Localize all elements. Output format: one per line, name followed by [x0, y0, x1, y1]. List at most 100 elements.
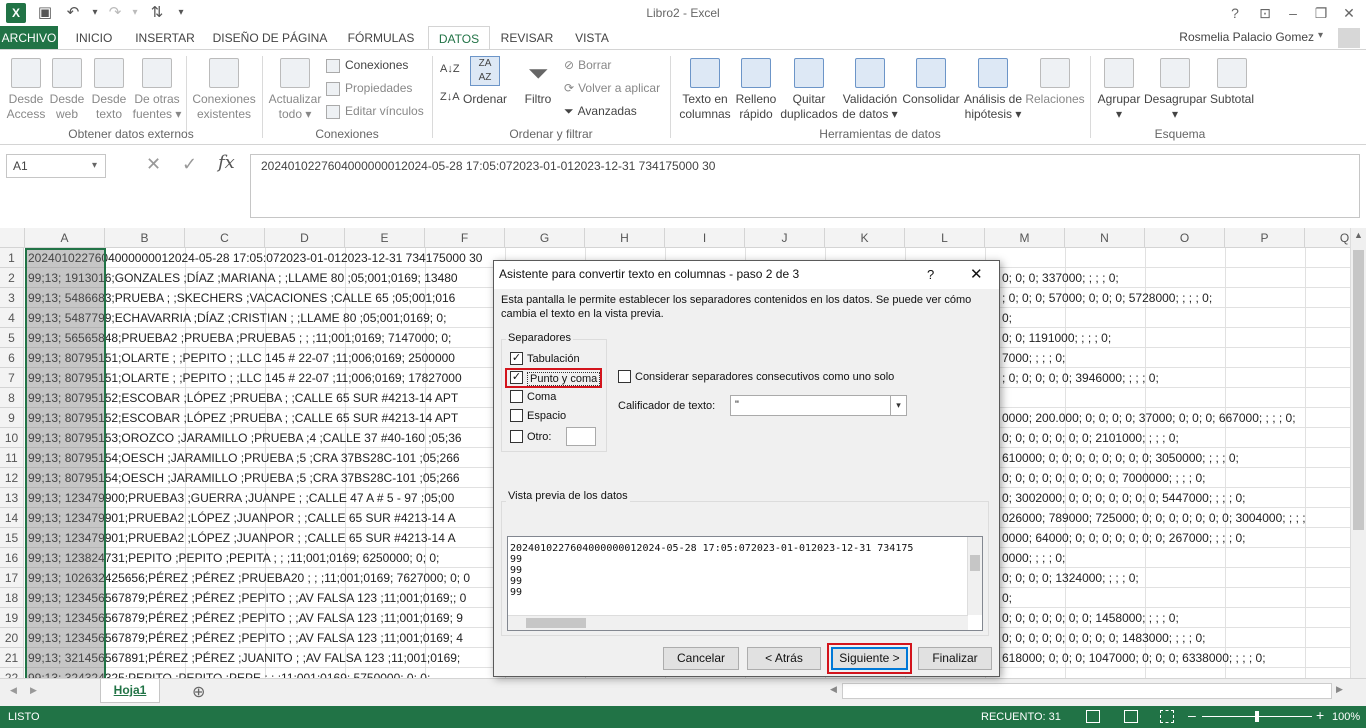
row-header[interactable]: 15 [0, 528, 24, 548]
minimize-icon[interactable]: – [1280, 3, 1306, 23]
subtotal-button[interactable]: Subtotal [1206, 58, 1258, 107]
column-header[interactable]: L [905, 228, 985, 248]
clear-filter-button[interactable]: ⊘ Borrar [564, 56, 611, 74]
remove-duplicates-button[interactable]: Quitar duplicados [778, 58, 840, 122]
consolidate-button[interactable]: Consolidar [900, 58, 962, 107]
cancel-icon[interactable]: ✕ [146, 154, 161, 175]
row-header[interactable]: 18 [0, 588, 24, 608]
row-header[interactable]: 7 [0, 368, 24, 388]
normal-view-icon[interactable] [1086, 710, 1100, 723]
row-header[interactable]: 3 [0, 288, 24, 308]
row-header[interactable]: 5 [0, 328, 24, 348]
what-if-button[interactable]: Análisis de hipótesis ▾ [962, 58, 1024, 122]
from-text-button[interactable]: Desde texto [88, 58, 130, 122]
avatar[interactable] [1338, 28, 1360, 48]
tab-formulas[interactable]: FÓRMULAS [340, 26, 422, 50]
row-header[interactable]: 1 [0, 248, 24, 268]
data-validation-button[interactable]: Validación de datos ▾ [840, 58, 900, 122]
group-button[interactable]: Agrupar ▾ [1094, 58, 1144, 122]
column-header[interactable]: I [665, 228, 745, 248]
add-sheet-icon[interactable]: ⊕ [192, 682, 205, 702]
row-header[interactable]: 12 [0, 468, 24, 488]
tab-datos[interactable]: DATOS [428, 26, 490, 51]
other-checkbox[interactable] [510, 430, 523, 443]
column-header[interactable]: C [185, 228, 265, 248]
next-button[interactable]: Siguiente > [831, 647, 908, 670]
tab-inicio[interactable]: INICIO [66, 26, 122, 50]
tab-archivo[interactable]: ARCHIVO [0, 26, 58, 50]
properties-button[interactable]: Propiedades [326, 79, 412, 97]
preview-hscroll-thumb[interactable] [526, 618, 586, 628]
name-box[interactable]: A1 [6, 154, 106, 178]
row-header[interactable]: 22 [0, 668, 24, 678]
row-header[interactable]: 21 [0, 648, 24, 668]
tab-insertar[interactable]: INSERTAR [130, 26, 200, 50]
back-button[interactable]: < Atrás [747, 647, 821, 670]
connections-button[interactable]: Conexiones [326, 56, 408, 74]
select-all-corner[interactable] [0, 228, 25, 248]
row-header[interactable]: 14 [0, 508, 24, 528]
scroll-right-icon[interactable]: ▶ [1336, 684, 1343, 695]
ungroup-button[interactable]: Desagrupar ▾ [1144, 58, 1207, 122]
row-header[interactable]: 6 [0, 348, 24, 368]
vertical-scrollbar[interactable]: ▲ [1350, 228, 1366, 678]
zoom-slider-thumb[interactable] [1255, 711, 1259, 722]
column-header[interactable]: A [25, 228, 105, 248]
column-header[interactable]: J [745, 228, 825, 248]
scroll-left-icon[interactable]: ◀ [830, 684, 837, 695]
row-header[interactable]: 2 [0, 268, 24, 288]
row-header[interactable]: 10 [0, 428, 24, 448]
enter-icon[interactable]: ✓ [182, 154, 197, 175]
insert-function-icon[interactable]: fx [218, 152, 235, 173]
help-icon[interactable]: ? [1222, 3, 1248, 23]
sort-az-icon[interactable]: A↓Z [440, 60, 460, 78]
row-header[interactable]: 11 [0, 448, 24, 468]
page-layout-icon[interactable] [1124, 710, 1138, 723]
column-header[interactable]: M [985, 228, 1065, 248]
other-separator-input[interactable] [566, 427, 596, 446]
preview-vscroll-thumb[interactable] [970, 555, 980, 571]
reapply-button[interactable]: ⟳ Volver a aplicar [564, 79, 660, 97]
row-header[interactable]: 19 [0, 608, 24, 628]
user-name[interactable]: Rosmelia Palacio Gomez [1179, 30, 1314, 44]
edit-links-button[interactable]: Editar vínculos [326, 102, 424, 120]
flash-fill-button[interactable]: Relleno rápido [734, 58, 778, 122]
semicolon-checkbox[interactable]: ✓ [510, 371, 523, 384]
relationships-button[interactable]: Relaciones [1024, 58, 1086, 107]
zoom-in-icon[interactable]: + [1316, 707, 1324, 723]
close-window-icon[interactable]: ✕ [1336, 3, 1362, 23]
next-sheet-icon[interactable]: ▶ [30, 685, 37, 696]
row-header[interactable]: 17 [0, 568, 24, 588]
data-preview[interactable]: 20240102276040000000120​24-05-28 17:05:0… [507, 536, 983, 631]
zoom-out-icon[interactable]: – [1188, 707, 1196, 723]
tab-vista[interactable]: VISTA [566, 26, 618, 50]
dialog-close-icon[interactable]: ✕ [970, 265, 983, 283]
sort-za-icon[interactable]: Z↓A [440, 88, 460, 106]
from-access-button[interactable]: Desde Access [4, 58, 48, 122]
row-header[interactable]: 13 [0, 488, 24, 508]
sort-icon[interactable]: ZA AZ [470, 56, 500, 86]
column-header[interactable]: K [825, 228, 905, 248]
row-header[interactable]: 4 [0, 308, 24, 328]
ribbon-display-icon[interactable]: ⊡ [1252, 3, 1278, 23]
preview-vscroll[interactable] [967, 537, 982, 615]
finish-button[interactable]: Finalizar [918, 647, 992, 670]
advanced-filter-button[interactable]: ⏷ Avanzadas [564, 102, 637, 120]
formula-input[interactable]: 20240102276040000000120​24-05-28 17:05:0… [250, 154, 1360, 218]
row-header[interactable]: 8 [0, 388, 24, 408]
column-header[interactable]: F [425, 228, 505, 248]
space-checkbox[interactable] [510, 409, 523, 422]
user-dropdown-icon[interactable]: ▾ [1318, 30, 1323, 41]
column-header[interactable]: D [265, 228, 345, 248]
from-web-button[interactable]: Desde web [48, 58, 86, 122]
name-box-dropdown-icon[interactable]: ▾ [92, 160, 97, 171]
dialog-help-icon[interactable]: ? [927, 267, 934, 282]
column-header[interactable]: B [105, 228, 185, 248]
column-header[interactable]: G [505, 228, 585, 248]
other-sources-button[interactable]: De otras fuentes ▾ [130, 58, 184, 122]
row-header[interactable]: 16 [0, 548, 24, 568]
row-header[interactable]: 9 [0, 408, 24, 428]
column-header[interactable]: N [1065, 228, 1145, 248]
text-qualifier-select[interactable]: " [730, 395, 907, 416]
prev-sheet-icon[interactable]: ◀ [10, 685, 17, 696]
